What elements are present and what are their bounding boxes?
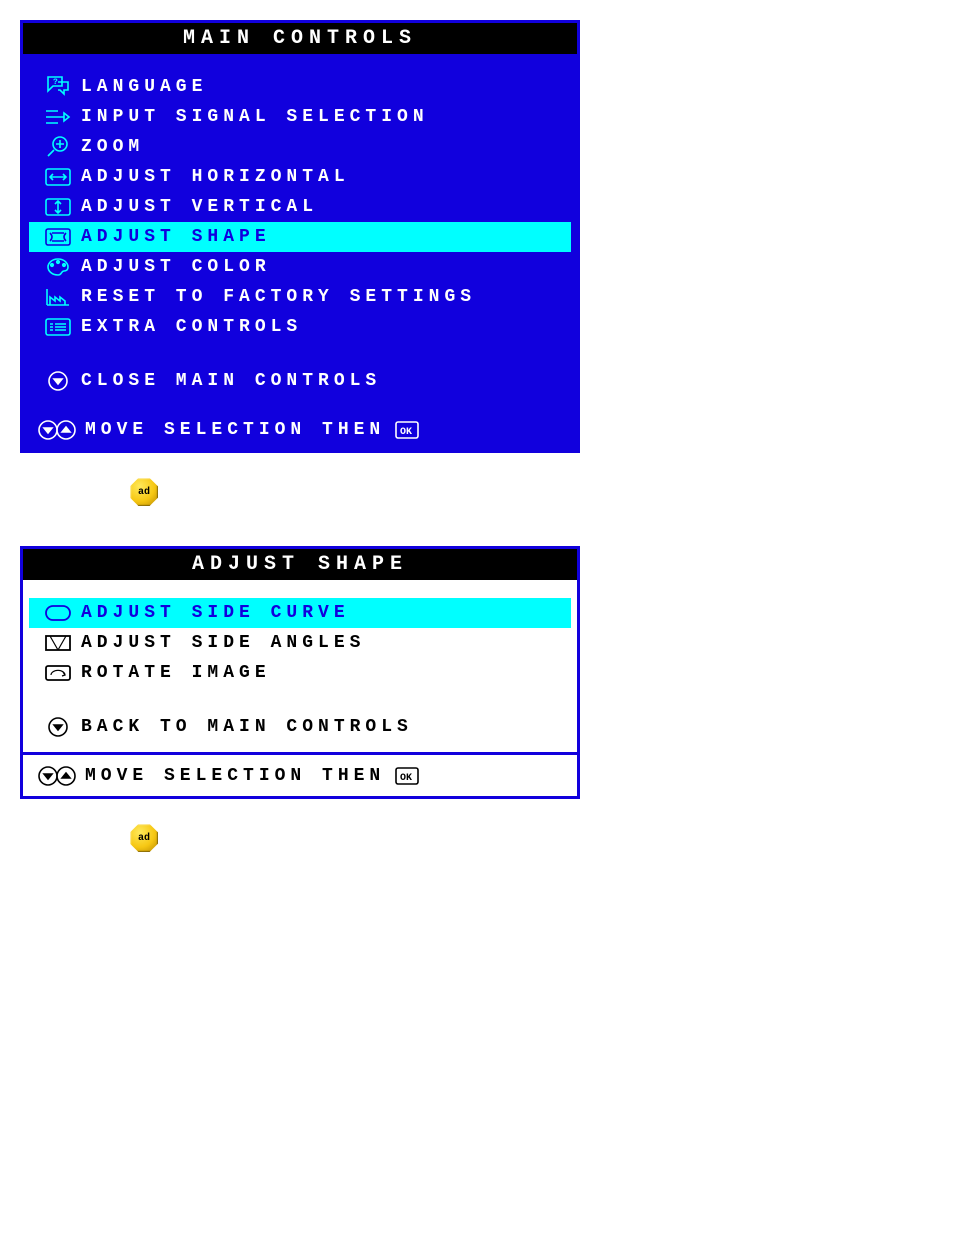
main-controls-panel: MAIN CONTROLS ? LANGUAGE INPUT SIGNAL SE… xyxy=(20,20,580,453)
menu-label: ADJUST VERTICAL xyxy=(81,197,318,217)
main-controls-footer: MOVE SELECTION THEN OK xyxy=(23,406,577,450)
svg-text:OK: OK xyxy=(400,773,412,784)
list-icon xyxy=(35,317,81,337)
main-controls-body: ? LANGUAGE INPUT SIGNAL SELECTION ZOOM A… xyxy=(23,54,577,406)
menu-label: LANGUAGE xyxy=(81,77,207,97)
menu-item-language[interactable]: ? LANGUAGE xyxy=(29,72,571,102)
menu-label: ADJUST COLOR xyxy=(81,257,271,277)
adjust-shape-icon xyxy=(35,227,81,247)
rotate-image-icon xyxy=(35,663,81,683)
speech-bubble-icon: ? xyxy=(35,76,81,98)
adjust-shape-body: ADJUST SIDE CURVE ADJUST SIDE ANGLES ROT… xyxy=(23,580,577,752)
adjust-shape-panel: ADJUST SHAPE ADJUST SIDE CURVE ADJUST SI… xyxy=(20,546,580,799)
svg-text:OK: OK xyxy=(400,427,412,438)
menu-label: ADJUST SIDE ANGLES xyxy=(81,633,365,653)
zoom-icon xyxy=(35,135,81,159)
menu-label: ADJUST HORIZONTAL xyxy=(81,167,350,187)
ok-button-2[interactable]: ad xyxy=(130,824,158,852)
ok-button-1[interactable]: ad xyxy=(130,478,158,506)
menu-item-side-curve[interactable]: ADJUST SIDE CURVE xyxy=(29,598,571,628)
menu-item-adjust-shape[interactable]: ADJUST SHAPE xyxy=(29,222,571,252)
down-arrow-circle-icon xyxy=(35,716,81,738)
menu-item-extra-controls[interactable]: EXTRA CONTROLS xyxy=(29,312,571,342)
menu-item-adjust-horizontal[interactable]: ADJUST HORIZONTAL xyxy=(29,162,571,192)
menu-item-close[interactable]: CLOSE MAIN CONTROLS xyxy=(29,366,571,396)
svg-text:?: ? xyxy=(53,78,58,87)
menu-item-reset-factory[interactable]: RESET TO FACTORY SETTINGS xyxy=(29,282,571,312)
menu-label: ROTATE IMAGE xyxy=(81,663,271,683)
menu-label: ADJUST SIDE CURVE xyxy=(81,603,350,623)
ok-badge-icon: ad xyxy=(130,824,158,852)
main-controls-title: MAIN CONTROLS xyxy=(23,23,577,54)
blank-row xyxy=(29,688,571,712)
menu-item-input-signal[interactable]: INPUT SIGNAL SELECTION xyxy=(29,102,571,132)
back-label: BACK TO MAIN CONTROLS xyxy=(81,717,413,737)
menu-label: ZOOM xyxy=(81,137,144,157)
menu-label: INPUT SIGNAL SELECTION xyxy=(81,107,429,127)
menu-label: EXTRA CONTROLS xyxy=(81,317,302,337)
factory-icon xyxy=(35,287,81,307)
adjust-vertical-icon xyxy=(35,197,81,217)
adjust-shape-footer: MOVE SELECTION THEN OK xyxy=(23,752,577,796)
ok-box-icon: OK xyxy=(395,421,419,439)
close-label: CLOSE MAIN CONTROLS xyxy=(81,371,381,391)
ok-box-icon: OK xyxy=(395,767,419,785)
down-arrow-circle-icon xyxy=(35,370,81,392)
menu-item-adjust-vertical[interactable]: ADJUST VERTICAL xyxy=(29,192,571,222)
menu-item-adjust-color[interactable]: ADJUST COLOR xyxy=(29,252,571,282)
menu-label: ADJUST SHAPE xyxy=(81,227,271,247)
up-down-arrows-icon xyxy=(29,765,85,787)
palette-icon xyxy=(35,257,81,277)
adjust-shape-title: ADJUST SHAPE xyxy=(23,549,577,580)
menu-label: RESET TO FACTORY SETTINGS xyxy=(81,287,476,307)
menu-item-side-angles[interactable]: ADJUST SIDE ANGLES xyxy=(29,628,571,658)
blank-row xyxy=(29,342,571,366)
input-arrow-icon xyxy=(35,107,81,127)
menu-item-back[interactable]: BACK TO MAIN CONTROLS xyxy=(29,712,571,742)
menu-item-rotate-image[interactable]: ROTATE IMAGE xyxy=(29,658,571,688)
footer-text: MOVE SELECTION THEN xyxy=(85,766,385,786)
side-angles-icon xyxy=(35,633,81,653)
menu-item-zoom[interactable]: ZOOM xyxy=(29,132,571,162)
up-down-arrows-icon xyxy=(29,419,85,441)
side-curve-icon xyxy=(35,603,81,623)
footer-text: MOVE SELECTION THEN xyxy=(85,420,385,440)
adjust-horizontal-icon xyxy=(35,167,81,187)
ok-badge-icon: ad xyxy=(130,478,158,506)
